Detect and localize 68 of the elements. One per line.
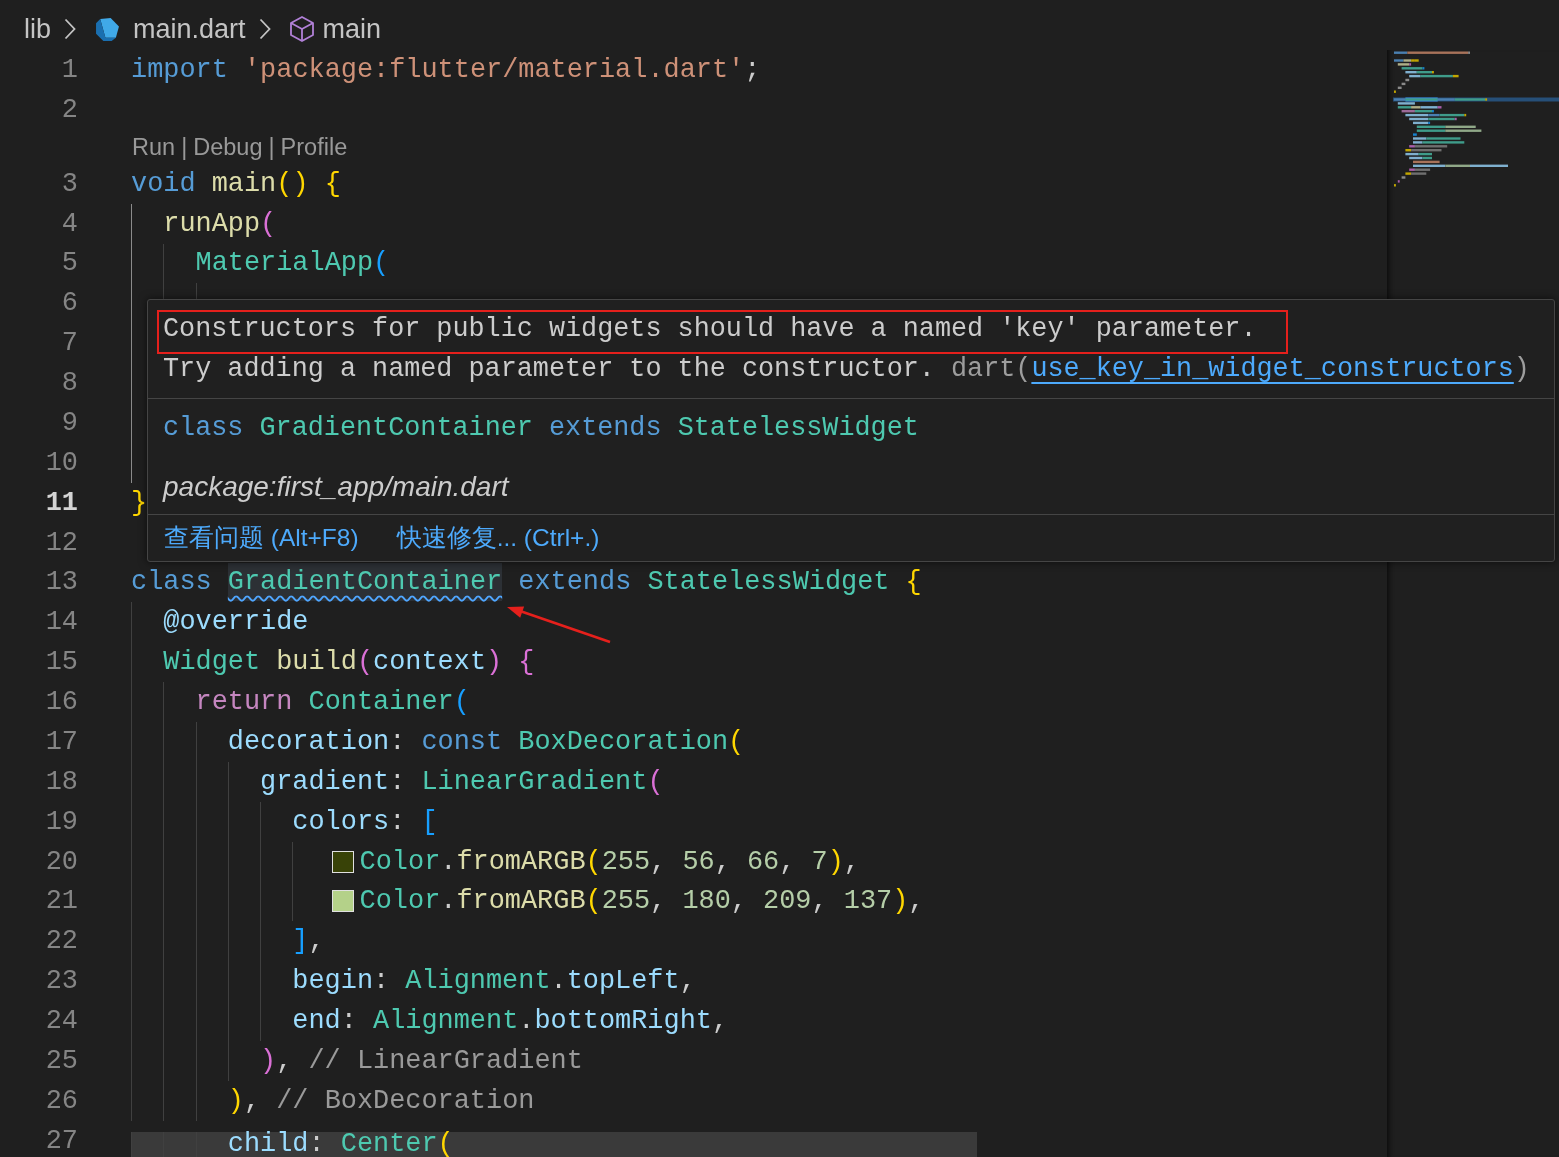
line-number: 2 xyxy=(61,93,78,126)
separator: | xyxy=(181,132,188,161)
code-text: @override xyxy=(163,606,309,639)
code-text: import 'package:flutter/material.dart'; xyxy=(131,53,761,86)
line-number: 17 xyxy=(45,725,78,758)
line-number: 22 xyxy=(45,925,78,958)
code-text: ), // BoxDecoration xyxy=(227,1084,535,1117)
code-text: end: Alignment.bottomRight, xyxy=(292,1005,729,1038)
breadcrumb-item[interactable]: main xyxy=(322,13,382,45)
line-number: 18 xyxy=(45,765,78,798)
code-lens-link[interactable]: Debug xyxy=(193,132,263,161)
code-text: begin: Alignment.topLeft, xyxy=(292,965,696,998)
line-number: 26 xyxy=(45,1084,78,1117)
line-number: 25 xyxy=(45,1044,78,1077)
code-text: Widget build(context) { xyxy=(163,646,535,679)
code-text: ), // LinearGradient xyxy=(260,1044,583,1077)
line-number: 14 xyxy=(45,606,78,639)
action-link[interactable]: 查看问题 (Alt+F8) xyxy=(164,523,359,553)
line-number: 23 xyxy=(45,965,78,998)
code-lens-link[interactable]: Profile xyxy=(280,132,348,161)
line-number: 12 xyxy=(45,526,78,559)
code-text: ], xyxy=(292,925,325,958)
code-text: colors: [ xyxy=(292,805,438,838)
line-number: 8 xyxy=(61,367,78,400)
code-lens-link[interactable]: Run xyxy=(132,132,176,161)
chevron-right-icon xyxy=(258,18,271,40)
code-text: Color.fromARGB(255, 56, 66, 7), xyxy=(359,845,860,878)
line-number: 1 xyxy=(61,53,78,86)
line-number: 13 xyxy=(45,566,78,599)
color-swatch-icon[interactable] xyxy=(331,890,354,913)
cube-icon xyxy=(289,16,314,42)
code-text: child: Center( xyxy=(227,1131,454,1157)
code-text: return Container( xyxy=(195,686,470,719)
breadcrumb-item[interactable]: lib xyxy=(24,13,51,45)
line-number: 19 xyxy=(45,805,78,838)
line-number: 21 xyxy=(45,885,78,918)
source-path: package:first_app/main.dart xyxy=(163,470,509,504)
rule-link[interactable]: use_key_in_widget_constructors xyxy=(1031,354,1514,384)
code-text: gradient: LinearGradient( xyxy=(260,765,664,798)
chevron-right-icon xyxy=(64,18,76,40)
line-number: 24 xyxy=(45,1005,78,1038)
line-number: 27 xyxy=(45,1124,78,1157)
line-number: 6 xyxy=(61,287,78,320)
line-number: 15 xyxy=(45,646,78,679)
color-swatch-icon[interactable] xyxy=(331,850,354,873)
minimap-drawing[interactable] xyxy=(1393,50,1559,187)
file-icon xyxy=(95,16,120,42)
action-link[interactable]: 快速修复... (Ctrl+.) xyxy=(396,523,600,553)
line-number: 7 xyxy=(61,327,78,360)
line-number: 20 xyxy=(45,845,78,878)
signature-text: class GradientContainer extends StatelessWidget xyxy=(163,412,919,445)
line-number: 11 xyxy=(45,486,78,519)
code-text: } xyxy=(131,486,148,519)
line-number: 10 xyxy=(45,446,78,479)
diagnostic-message: Constructors for public widgets should have a named 'key' parameter. xyxy=(163,313,1257,345)
breadcrumb-item[interactable]: main.dart xyxy=(133,13,246,45)
line-number: 9 xyxy=(61,406,78,439)
code-text: Color.fromARGB(255, 180, 209, 137), xyxy=(359,885,925,918)
line-number: 5 xyxy=(61,247,78,280)
code-text: MaterialApp( xyxy=(195,247,390,280)
code-text: class GradientContainer extends StatelessWidget { xyxy=(131,566,922,599)
code-text: void main() { xyxy=(131,167,341,200)
code-text: decoration: const BoxDecoration( xyxy=(227,725,745,758)
line-number: 3 xyxy=(61,167,78,200)
line-number: 4 xyxy=(61,207,78,240)
separator: | xyxy=(268,132,275,161)
line-number: 16 xyxy=(45,686,78,719)
code-text: runApp( xyxy=(163,207,277,240)
